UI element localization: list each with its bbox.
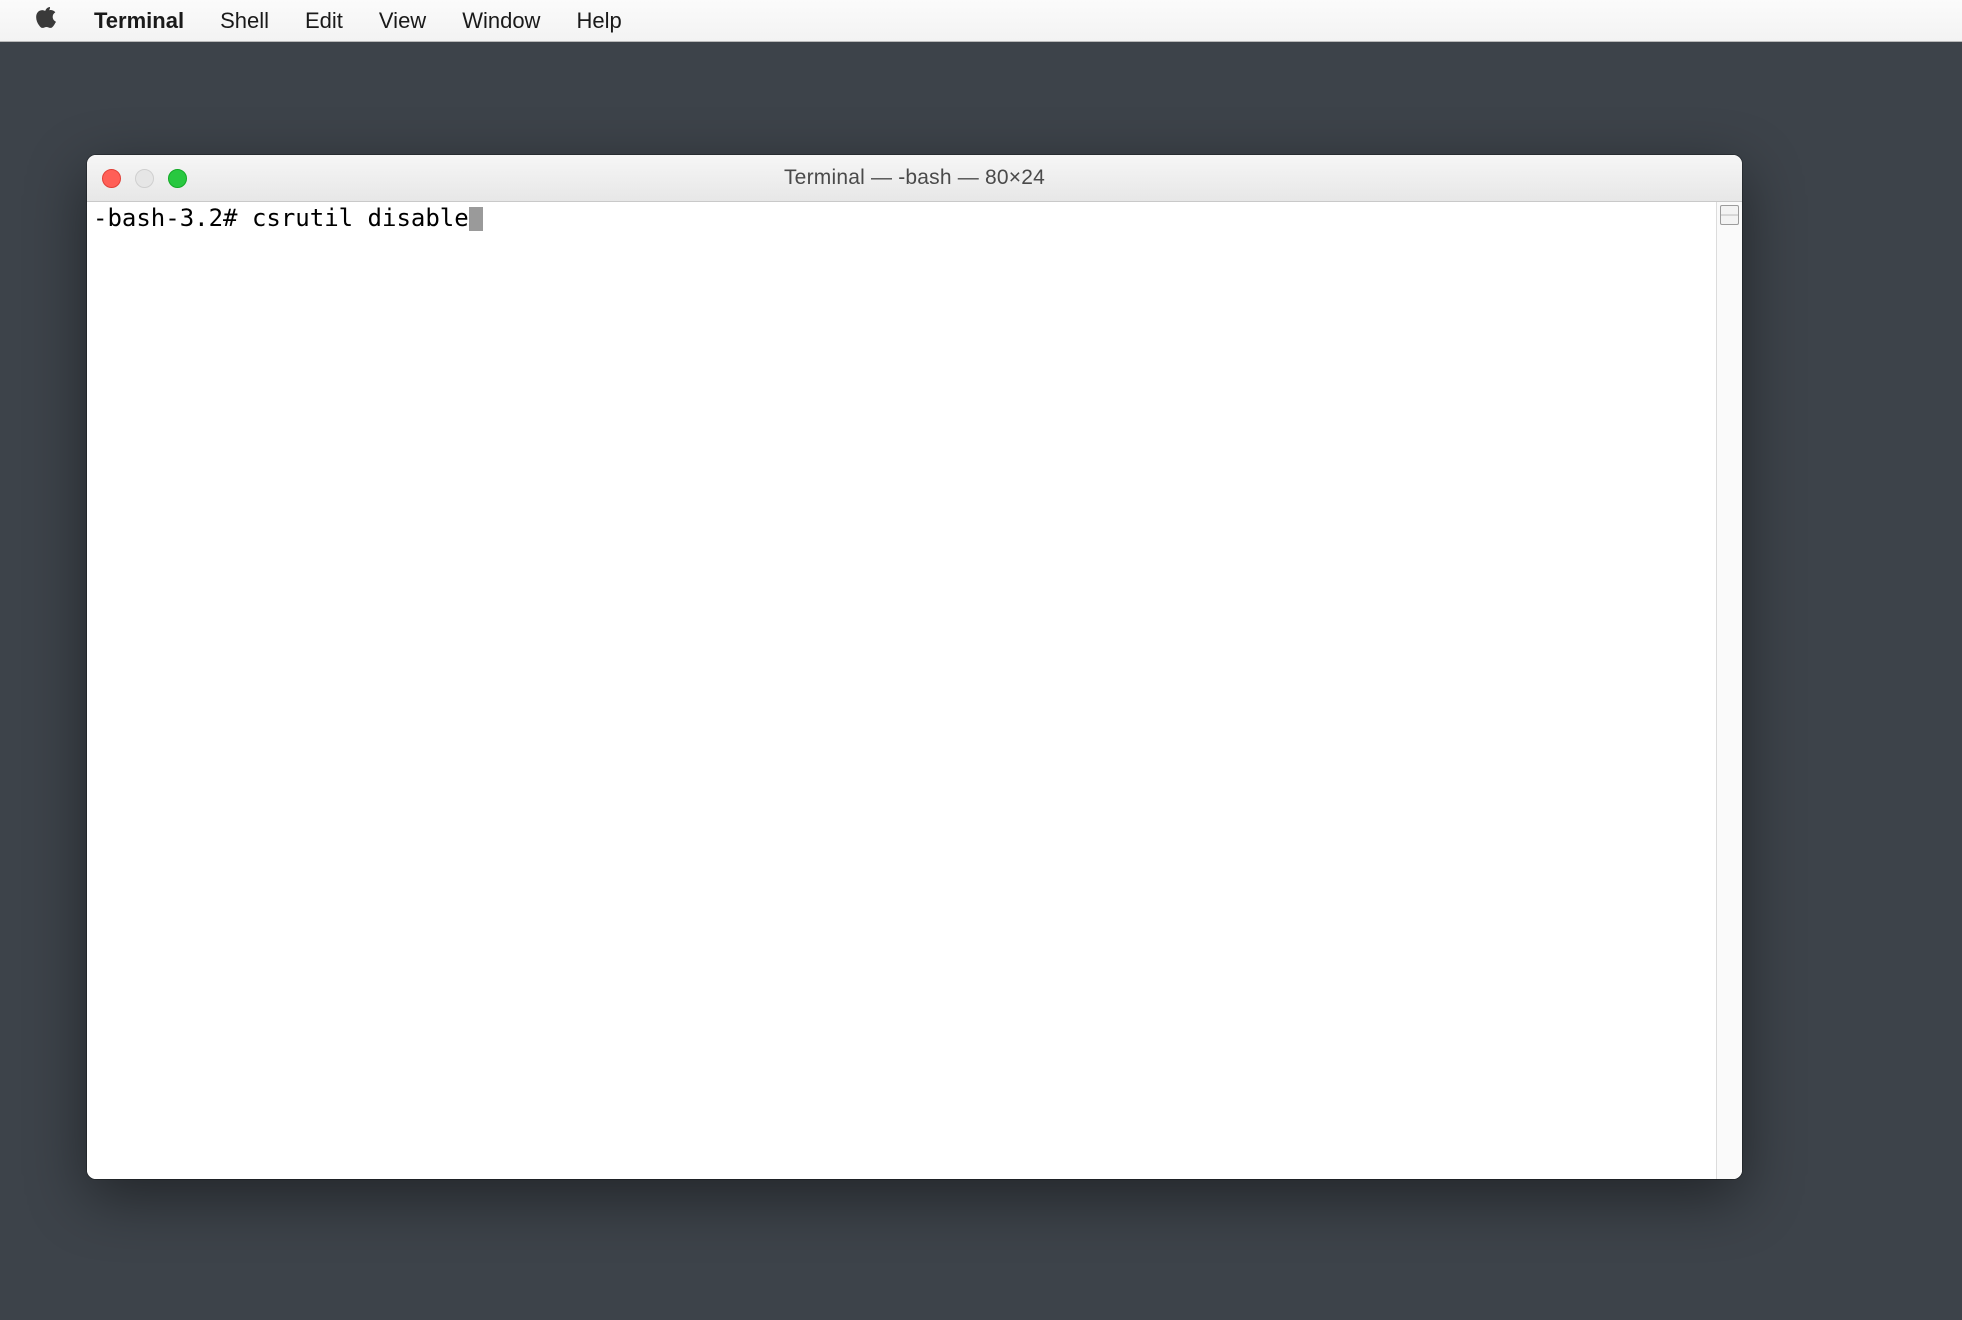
menu-shell[interactable]: Shell (202, 0, 287, 42)
screen: Terminal Shell Edit View Window Help Ter… (0, 0, 1962, 1320)
menu-help[interactable]: Help (558, 0, 639, 42)
apple-menu[interactable] (10, 5, 76, 37)
desktop: Terminal — -bash — 80×24 -bash-3.2# csru… (0, 42, 1962, 1320)
zoom-button[interactable] (168, 169, 187, 188)
terminal-body: -bash-3.2# csrutil disable (87, 202, 1742, 1179)
traffic-lights (102, 155, 187, 201)
terminal-content[interactable]: -bash-3.2# csrutil disable (87, 202, 1716, 1179)
menu-window[interactable]: Window (444, 0, 558, 42)
menu-edit[interactable]: Edit (287, 0, 361, 42)
menu-view[interactable]: View (361, 0, 444, 42)
shell-prompt: -bash-3.2# (93, 204, 252, 232)
vertical-scrollbar[interactable] (1716, 202, 1742, 1179)
terminal-window[interactable]: Terminal — -bash — 80×24 -bash-3.2# csru… (87, 155, 1742, 1179)
shell-command: csrutil disable (252, 204, 469, 232)
window-title: Terminal — -bash — 80×24 (784, 166, 1045, 190)
apple-logo-icon (35, 5, 58, 37)
close-button[interactable] (102, 169, 121, 188)
menubar-app-name[interactable]: Terminal (76, 0, 202, 42)
menubar: Terminal Shell Edit View Window Help (0, 0, 1962, 42)
scroll-position-marker-icon (1720, 205, 1739, 225)
block-cursor-icon (469, 207, 483, 231)
minimize-button[interactable] (135, 169, 154, 188)
window-titlebar[interactable]: Terminal — -bash — 80×24 (87, 155, 1742, 202)
